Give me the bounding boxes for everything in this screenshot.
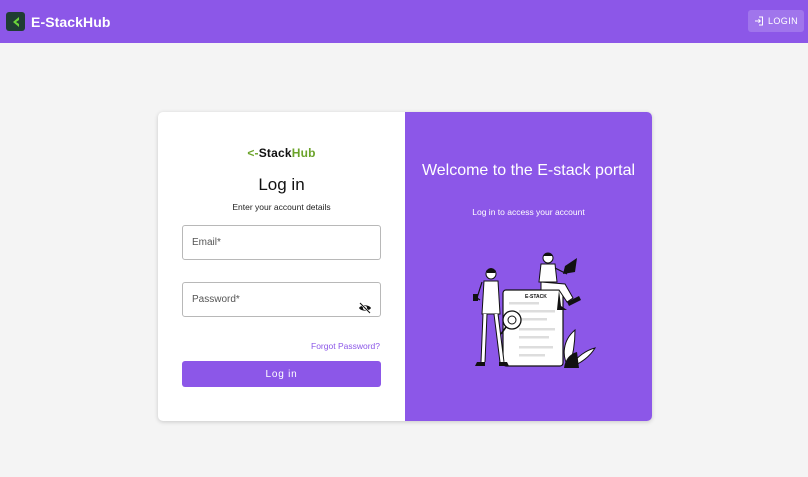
login-card: <-StackHub Log in Enter your account det… bbox=[158, 112, 652, 421]
login-panel: <-StackHub Log in Enter your account det… bbox=[158, 112, 405, 421]
illustration-estack-label: E-STACK bbox=[525, 294, 547, 300]
welcome-title: Welcome to the E-stack portal bbox=[421, 162, 636, 179]
estackhub-wordmark: <-StackHub bbox=[158, 146, 405, 160]
password-label: Password* bbox=[192, 294, 240, 305]
login-icon bbox=[754, 16, 763, 26]
wordmark-stack: Stack bbox=[258, 146, 292, 160]
welcome-subtitle: Log in to access your account bbox=[472, 207, 585, 217]
login-title: Log in bbox=[258, 175, 305, 194]
email-label: Email* bbox=[192, 237, 221, 248]
wordmark-prefix: <- bbox=[247, 146, 259, 160]
estackhub-logo-icon bbox=[6, 12, 25, 31]
password-field[interactable]: Password* bbox=[182, 282, 381, 317]
wordmark-hub: Hub bbox=[291, 146, 316, 160]
email-field[interactable]: Email* bbox=[182, 225, 381, 260]
forgot-password-link[interactable]: Forgot Password? bbox=[311, 341, 380, 351]
top-app-bar: E-StackHub LOGIN bbox=[0, 0, 808, 43]
welcome-panel: Welcome to the E-stack portal Log in to … bbox=[405, 112, 652, 421]
people-illustration: E-STACK bbox=[473, 252, 597, 368]
header-login-label: LOGIN bbox=[767, 16, 798, 26]
login-subtitle: Enter your account details bbox=[232, 202, 331, 212]
visibility-off-icon[interactable] bbox=[358, 302, 372, 314]
app-title: E-StackHub bbox=[31, 13, 111, 30]
header-login-button[interactable]: LOGIN bbox=[747, 10, 804, 32]
login-submit-button[interactable]: Log in bbox=[182, 361, 381, 387]
